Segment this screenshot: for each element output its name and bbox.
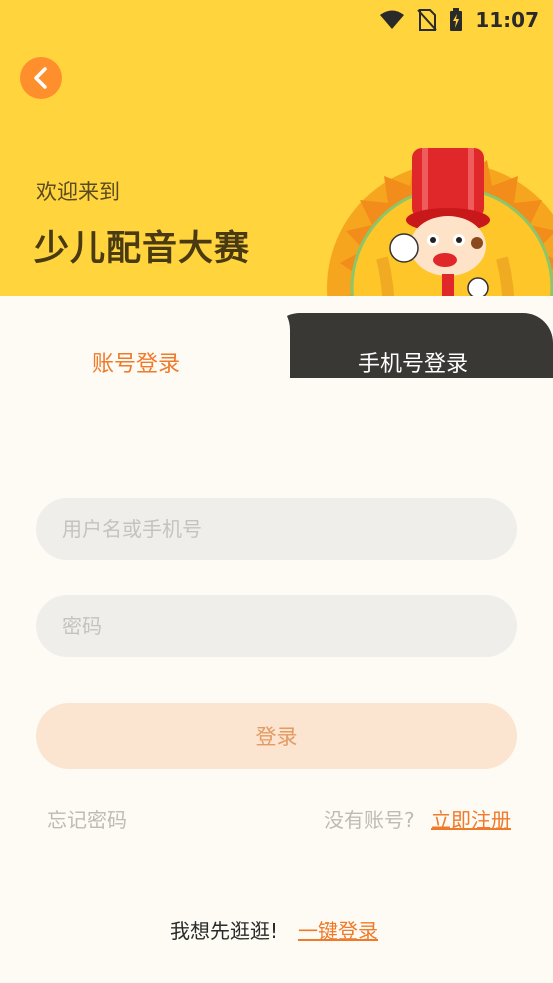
back-button[interactable]	[20, 57, 62, 99]
chevron-left-icon	[34, 67, 47, 89]
tab-phone-login-label[interactable]: 手机号登录	[358, 346, 468, 378]
forgot-password-link[interactable]: 忘记密码	[47, 804, 127, 833]
no-account-text: 没有账号?	[324, 808, 415, 832]
browse-first-text: 我想先逛逛!	[170, 919, 279, 943]
welcome-text: 欢迎来到	[36, 180, 120, 204]
battery-charging-icon	[450, 8, 463, 31]
status-time: 11:07	[475, 8, 539, 32]
register-link[interactable]: 立即注册	[431, 804, 511, 833]
wifi-icon	[380, 10, 405, 29]
status-bar: 11:07	[0, 0, 553, 40]
password-input[interactable]	[36, 595, 517, 657]
tab-account-login-label[interactable]: 账号登录	[92, 346, 180, 378]
no-sim-icon	[417, 9, 438, 31]
login-button[interactable]: 登录	[36, 703, 517, 769]
app-title: 少儿配音大赛	[34, 229, 251, 269]
one-click-login-link[interactable]: 一键登录	[298, 915, 378, 944]
username-input[interactable]	[36, 498, 517, 560]
